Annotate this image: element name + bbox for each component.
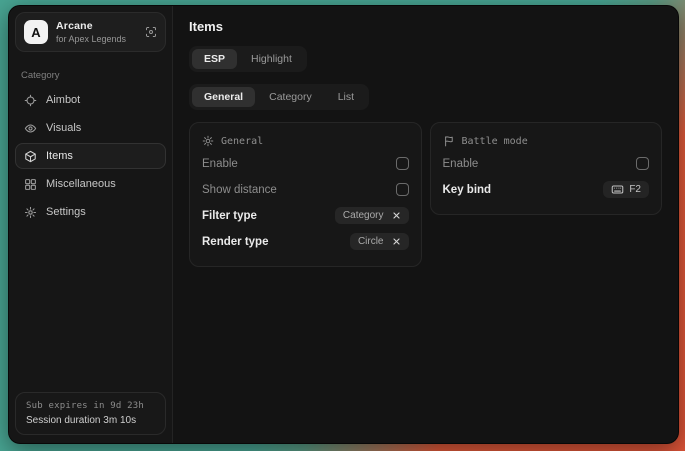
subtab-general[interactable]: General — [192, 87, 255, 107]
page-title: Items — [189, 19, 662, 34]
panel-general: General Enable Show distance Filter type Cat… — [189, 122, 422, 267]
setting-row-show-distance: Show distance — [202, 177, 409, 202]
tab-esp[interactable]: ESP — [192, 49, 237, 69]
setting-label: Enable — [443, 158, 479, 170]
crosshair-scan-icon[interactable] — [145, 26, 157, 38]
sidebar-item-label: Visuals — [46, 122, 81, 134]
filter-type-select[interactable]: Category — [335, 207, 409, 224]
panel-title: Battle mode — [443, 135, 650, 147]
select-value: Circle — [358, 236, 384, 247]
sidebar-item-label: Items — [46, 150, 73, 162]
brand-text: Arcane for Apex Legends — [56, 20, 137, 44]
sub-expires-text: Sub expires in 9d 23h — [26, 401, 155, 411]
crosshair-icon — [24, 94, 37, 107]
keybind-value: F2 — [629, 184, 641, 195]
setting-label: Enable — [202, 158, 238, 170]
sidebar-item-visuals[interactable]: Visuals — [15, 115, 166, 141]
main-content: Items ESPHighlight GeneralCategoryList G… — [173, 6, 678, 443]
app-subtitle: for Apex Legends — [56, 34, 137, 44]
setting-row-enable: Enable — [443, 151, 650, 176]
eye-icon — [24, 122, 37, 135]
keyboard-icon — [611, 184, 624, 195]
setting-row-key-bind: Key bind F2 — [443, 177, 650, 202]
setting-row-enable: Enable — [202, 151, 409, 176]
enable-checkbox[interactable] — [636, 157, 649, 170]
setting-label: Show distance — [202, 184, 277, 196]
show-distance-checkbox[interactable] — [396, 183, 409, 196]
box-icon — [24, 150, 37, 163]
panels-row: General Enable Show distance Filter type Cat… — [189, 122, 662, 267]
enable-checkbox[interactable] — [396, 157, 409, 170]
app-name: Arcane — [56, 20, 137, 32]
setting-label: Filter type — [202, 210, 257, 222]
sub-tabs: GeneralCategoryList — [189, 84, 369, 110]
gear-icon — [24, 206, 37, 219]
panel-title-text: Battle mode — [462, 136, 528, 147]
sidebar-item-items[interactable]: Items — [15, 143, 166, 169]
panel-title-text: General — [221, 136, 263, 147]
panel-title: General — [202, 135, 409, 147]
grid-icon — [24, 178, 37, 191]
sidebar-item-aimbot[interactable]: Aimbot — [15, 87, 166, 113]
setting-row-render-type: Render type Circle — [202, 229, 409, 254]
subtab-list[interactable]: List — [326, 87, 366, 107]
flag-icon — [443, 135, 455, 147]
setting-label: Key bind — [443, 184, 492, 196]
mode-tabs: ESPHighlight — [189, 46, 307, 72]
setting-label: Render type — [202, 236, 268, 248]
sidebar-item-label: Aimbot — [46, 94, 80, 106]
sidebar: A Arcane for Apex Legends Category Aimbo… — [9, 6, 173, 443]
sidebar-spacer — [15, 225, 166, 392]
subtab-category[interactable]: Category — [257, 87, 324, 107]
render-type-select[interactable]: Circle — [350, 233, 409, 250]
sidebar-item-label: Settings — [46, 206, 86, 218]
sidebar-item-miscellaneous[interactable]: Miscellaneous — [15, 171, 166, 197]
setting-row-filter-type: Filter type Category — [202, 203, 409, 228]
close-icon[interactable] — [392, 211, 401, 220]
subscription-card: Sub expires in 9d 23h Session duration 3… — [15, 392, 166, 435]
tab-highlight[interactable]: Highlight — [239, 49, 304, 69]
panel-battle-mode: Battle mode Enable Key bind F2 — [430, 122, 663, 215]
app-logo: A — [24, 20, 48, 44]
sidebar-item-settings[interactable]: Settings — [15, 199, 166, 225]
close-icon[interactable] — [392, 237, 401, 246]
sun-icon — [202, 135, 214, 147]
sidebar-nav: Aimbot Visuals Items Miscellaneous Settings — [15, 87, 166, 225]
session-duration-text: Session duration 3m 10s — [26, 415, 155, 426]
brand-card: A Arcane for Apex Legends — [15, 12, 166, 52]
key-bind-button[interactable]: F2 — [603, 181, 649, 198]
app-window: A Arcane for Apex Legends Category Aimbo… — [8, 5, 679, 444]
select-value: Category — [343, 210, 384, 221]
sidebar-section-label: Category — [21, 70, 160, 81]
sidebar-item-label: Miscellaneous — [46, 178, 116, 190]
